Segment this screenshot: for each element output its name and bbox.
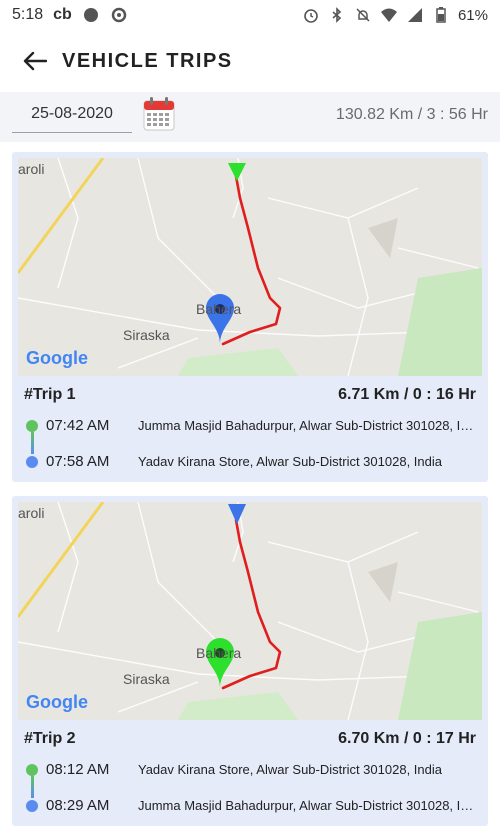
trip-start-row: 07:42 AM Jumma Masjid Bahadurpur, Alwar …	[12, 414, 488, 438]
trip-card[interactable]: aroli Bahera Siraska Google #Trip 1 6.71…	[12, 152, 488, 482]
end-dot	[26, 800, 38, 812]
total-summary: 130.82 Km / 3 : 56 Hr	[335, 106, 488, 123]
map-label: Bahera	[196, 645, 241, 661]
end-time: 08:29 AM	[46, 797, 110, 814]
status-time: 5:18	[12, 6, 44, 23]
map-label: Siraska	[123, 327, 170, 343]
ring-icon	[110, 6, 128, 24]
bluetooth-icon	[328, 6, 346, 24]
trip-end-row: 08:29 AM Jumma Masjid Bahadurpur, Alwar …	[12, 794, 488, 818]
end-time: 07:58 AM	[46, 453, 110, 470]
trip-end-row: 07:58 AM Yadav Kirana Store, Alwar Sub-D…	[12, 450, 488, 474]
end-dot	[26, 456, 38, 468]
trip-summary: 6.71 Km / 0 : 16 Hr	[338, 386, 476, 403]
map-label: aroli	[18, 505, 44, 521]
trip-map[interactable]: aroli Bahera Siraska Google	[18, 502, 482, 720]
back-button[interactable]	[20, 46, 50, 76]
circle-icon	[82, 6, 100, 24]
signal-icon	[406, 6, 424, 24]
start-time: 08:12 AM	[46, 761, 110, 778]
start-dot	[26, 420, 38, 432]
map-label: Bahera	[196, 301, 241, 317]
calendar-button[interactable]	[143, 97, 175, 131]
google-logo: Google	[26, 692, 88, 712]
start-dot	[26, 764, 38, 776]
date-filter-bar: 25-08-2020 130.82 Km / 3 : 56 Hr	[0, 92, 500, 142]
map-label: Siraska	[123, 671, 170, 687]
trip-summary: 6.70 Km / 0 : 17 Hr	[338, 730, 476, 747]
start-time: 07:42 AM	[46, 417, 110, 434]
end-address: Yadav Kirana Store, Alwar Sub-District 3…	[138, 454, 442, 469]
trip-map[interactable]: aroli Bahera Siraska Google	[18, 158, 482, 376]
start-address: Yadav Kirana Store, Alwar Sub-District 3…	[138, 762, 442, 777]
alarm-icon	[302, 6, 320, 24]
trip-start-row: 08:12 AM Yadav Kirana Store, Alwar Sub-D…	[12, 758, 488, 782]
page-title: VEHICLE TRIPS	[62, 49, 233, 72]
start-address: Jumma Masjid Bahadurpur, Alwar Sub-Distr…	[138, 418, 480, 433]
google-logo: Google	[26, 348, 88, 368]
battery-percent: 61%	[457, 6, 488, 24]
trip-title: #Trip 1	[24, 386, 76, 403]
date-field[interactable]: 25-08-2020	[12, 96, 132, 133]
carrier-label: cb	[53, 6, 72, 23]
trip-card[interactable]: aroli Bahera Siraska Google #Trip 2 6.70…	[12, 496, 488, 826]
app-bar: VEHICLE TRIPS	[0, 30, 500, 92]
wifi-icon	[380, 6, 398, 24]
notifications-off-icon	[354, 6, 372, 24]
end-address: Jumma Masjid Bahadurpur, Alwar Sub-Distr…	[138, 798, 480, 813]
calendar-icon	[143, 97, 175, 135]
battery-icon	[432, 6, 450, 24]
map-label: aroli	[18, 161, 44, 177]
trip-title: #Trip 2	[24, 730, 76, 747]
status-bar: 5:18 cb 61%	[0, 0, 500, 30]
arrow-left-icon	[23, 51, 47, 71]
